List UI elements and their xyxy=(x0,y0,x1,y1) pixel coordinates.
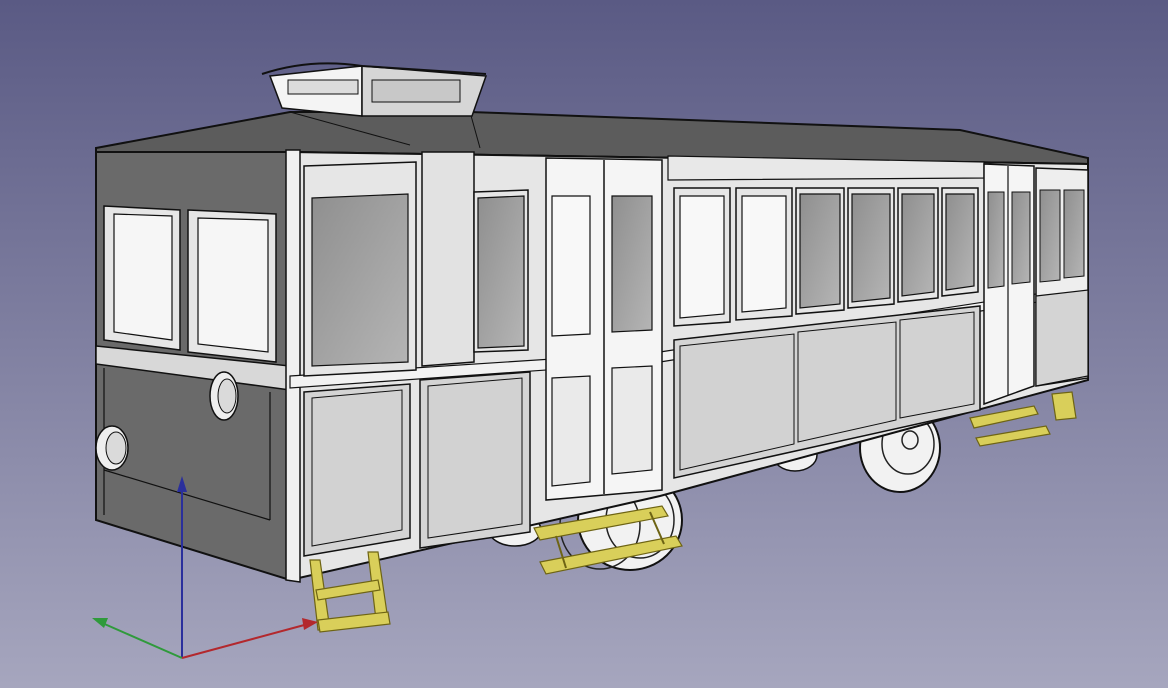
front-cab xyxy=(95,151,291,582)
side-pillar xyxy=(421,151,475,367)
rear-end-step[interactable] xyxy=(1051,391,1077,421)
3d-viewport[interactable] xyxy=(0,0,1168,688)
tram-3d-model-view[interactable] xyxy=(0,0,1168,688)
